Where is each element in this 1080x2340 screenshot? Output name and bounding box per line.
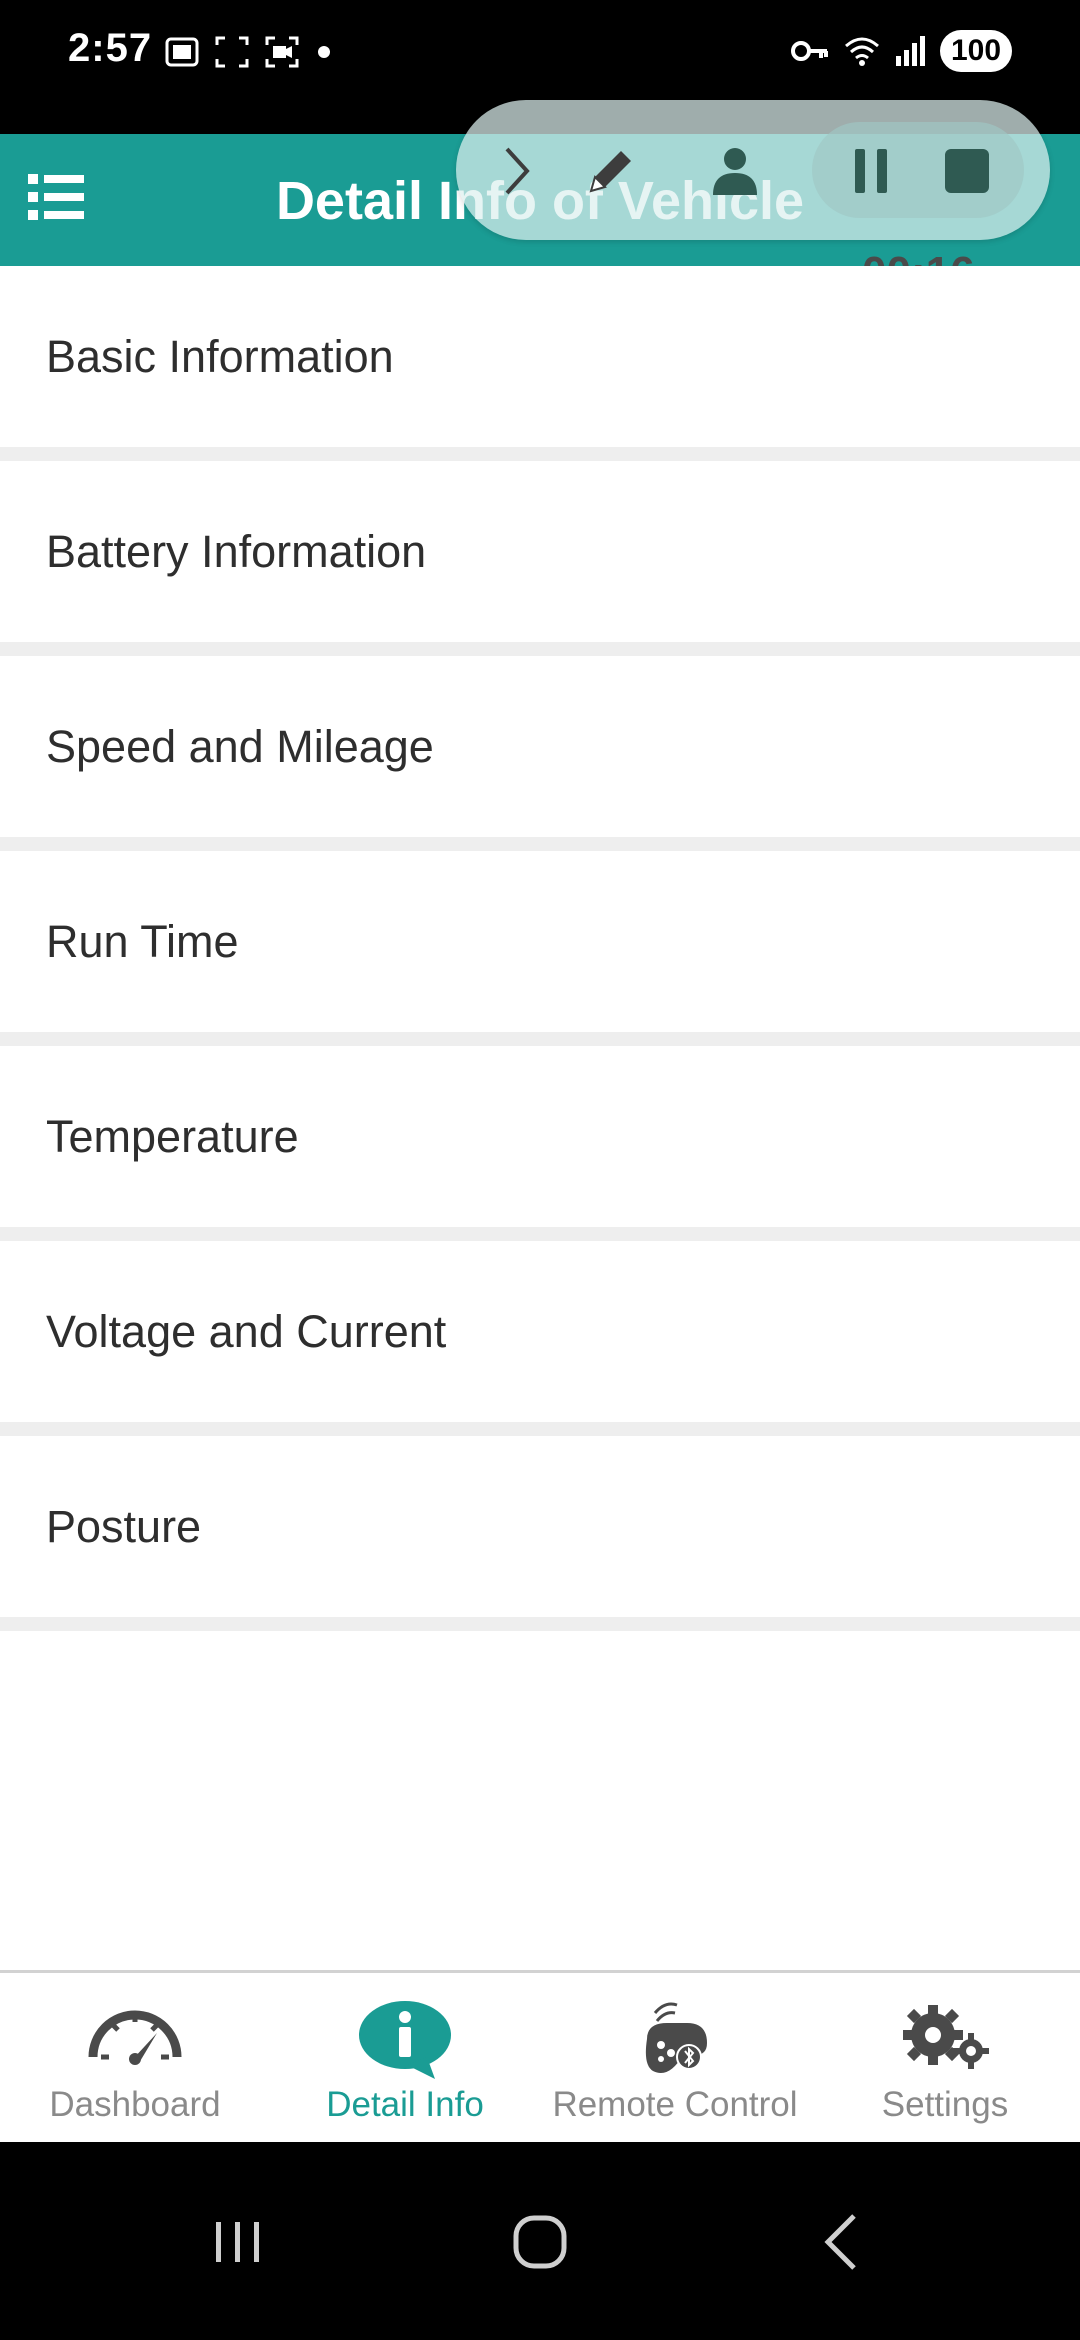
chevron-right-icon: [505, 147, 530, 195]
back-icon[interactable]: [802, 2202, 882, 2282]
bottom-navigation: Dashboard Detail Info Remote Control Set…: [0, 1970, 1080, 2142]
recorder-camera-button[interactable]: [700, 136, 770, 206]
speedometer-icon: [88, 2010, 182, 2065]
nav-tab-detail-info[interactable]: Detail Info: [270, 1973, 540, 2142]
screen-record-icon: [265, 36, 299, 68]
list-item-label: Posture: [46, 1500, 202, 1552]
recorder-draw-button[interactable]: [574, 136, 644, 206]
status-time: 2:57: [68, 26, 153, 70]
recorder-stop-button[interactable]: [932, 136, 1002, 206]
person-icon: [713, 148, 757, 195]
nav-tab-settings[interactable]: Settings: [810, 1973, 1080, 2142]
list-item-label: Temperature: [46, 1110, 299, 1162]
signal-icon: [896, 36, 925, 66]
list-item-battery-information[interactable]: Battery Information: [0, 461, 1080, 642]
stop-icon: [945, 149, 989, 193]
list-item-label: Run Time: [46, 915, 239, 967]
battery-indicator: 100: [940, 30, 1012, 72]
info-bubble-icon: [359, 2001, 451, 2079]
list-item-label: Voltage and Current: [46, 1305, 447, 1357]
list-divider: [0, 642, 1080, 656]
pause-icon: [855, 149, 887, 193]
gears-icon: [903, 2005, 989, 2069]
list-item-label: Speed and Mileage: [46, 720, 434, 772]
list-item-run-time[interactable]: Run Time: [0, 851, 1080, 1032]
nav-label: Detail Info: [326, 2085, 484, 2124]
status-system-icons: 100: [790, 30, 1012, 72]
detail-info-list: Basic Information Battery Information Sp…: [0, 266, 1080, 1631]
remote-control-icon: [645, 2002, 707, 2073]
recorder-expand-button[interactable]: [482, 136, 552, 206]
screen-recorder-toolbar: [456, 100, 1050, 240]
nav-label: Settings: [881, 2085, 1009, 2124]
list-item-label: Basic Information: [46, 330, 394, 382]
list-item-basic-information[interactable]: Basic Information: [0, 266, 1080, 447]
list-divider: [0, 447, 1080, 461]
vpn-key-icon: [791, 41, 828, 61]
status-notification-icons: [164, 34, 334, 70]
list-item-temperature[interactable]: Temperature: [0, 1046, 1080, 1227]
list-divider: [0, 837, 1080, 851]
dot-icon: [318, 46, 330, 58]
nav-tab-dashboard[interactable]: Dashboard: [0, 1973, 270, 2142]
home-icon[interactable]: [500, 2202, 580, 2282]
list-divider: [0, 1422, 1080, 1436]
list-divider: [0, 1032, 1080, 1046]
system-navigation-bar: [0, 2142, 1080, 2340]
list-divider: [0, 1617, 1080, 1631]
wifi-icon: [845, 37, 879, 66]
nav-label: Remote Control: [552, 2085, 798, 2124]
list-item-voltage-and-current[interactable]: Voltage and Current: [0, 1241, 1080, 1422]
list-item-label: Battery Information: [46, 525, 427, 577]
recorder-pause-button[interactable]: [836, 136, 906, 206]
nav-tab-remote-control[interactable]: Remote Control: [540, 1973, 810, 2142]
gallery-icon: [165, 37, 199, 67]
nav-label: Dashboard: [49, 2085, 221, 2124]
recent-apps-icon[interactable]: [198, 2202, 278, 2282]
list-item-posture[interactable]: Posture: [0, 1436, 1080, 1617]
list-divider: [0, 1227, 1080, 1241]
app-screen: 2:57 100 Detail Basic Information Batter…: [0, 0, 1080, 2340]
list-item-speed-and-mileage[interactable]: Speed and Mileage: [0, 656, 1080, 837]
pen-icon: [589, 151, 631, 193]
screenshot-icon: [215, 36, 249, 68]
